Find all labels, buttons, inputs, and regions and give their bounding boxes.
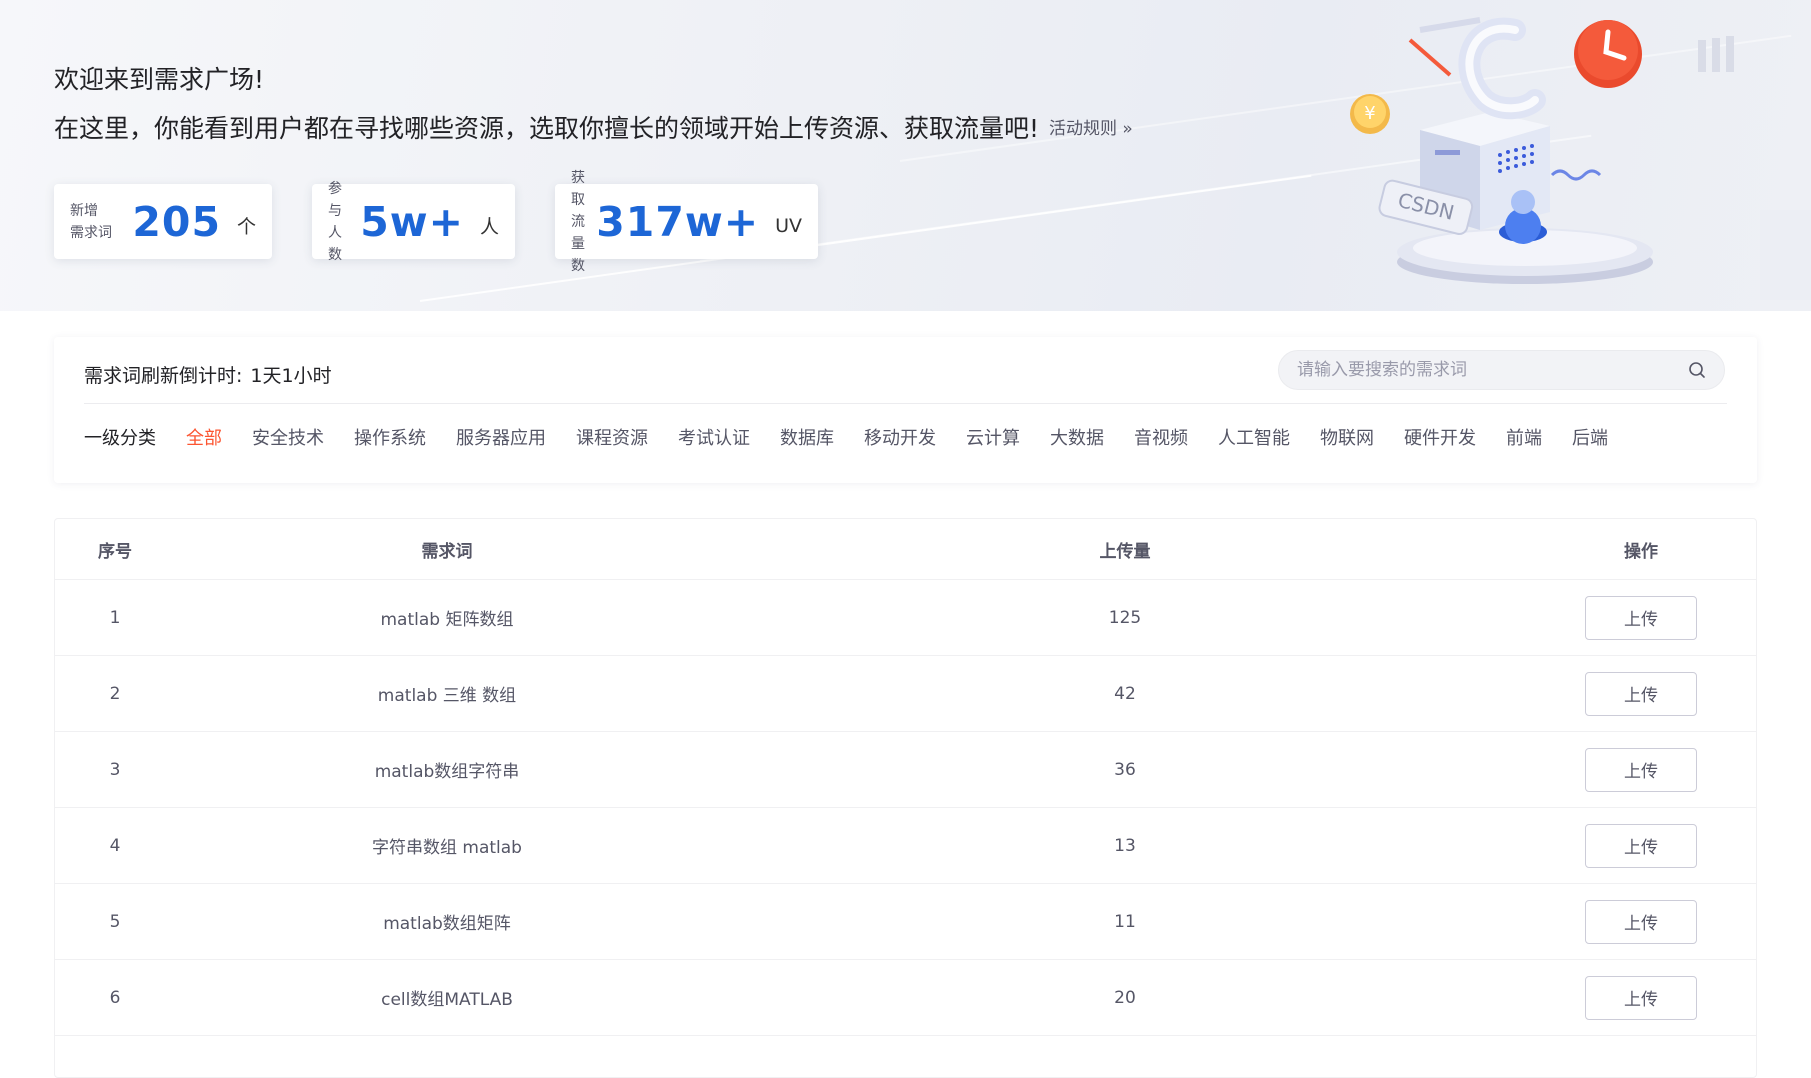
activity-rules-link[interactable]: 活动规则 »: [1049, 119, 1133, 139]
stat-label-line1: 新增: [70, 202, 98, 219]
category-os[interactable]: 操作系统: [354, 425, 426, 453]
row-uploads: 11: [1114, 911, 1136, 932]
row-index: 1: [109, 607, 121, 628]
category-security[interactable]: 安全技术: [252, 425, 324, 453]
table-row: 6 cell数组MATLAB 20 上传: [55, 960, 1756, 1036]
stat-unit: 人: [479, 216, 499, 238]
upload-button[interactable]: 上传: [1585, 975, 1697, 1020]
table-row: 5 matlab数组矩阵 11 上传: [55, 884, 1756, 960]
category-all[interactable]: 全部: [186, 425, 222, 453]
banner-illustration: CSDN ¥: [1350, 17, 1811, 300]
search-box: [1278, 350, 1725, 390]
stat-label-line2: 需求词: [70, 224, 112, 241]
category-certification[interactable]: 考试认证: [678, 425, 750, 453]
stat-unit: UV: [775, 214, 802, 237]
row-index: 2: [109, 683, 121, 704]
stat-unit: 个: [236, 216, 256, 238]
row-index: 6: [109, 987, 121, 1008]
category-ai[interactable]: 人工智能: [1218, 425, 1290, 453]
welcome-subtitle: 在这里，你能看到用户都在寻找哪些资源，选取你擅长的领域开始上传资源、获取流量吧!…: [54, 113, 1133, 145]
search-input[interactable]: [1297, 360, 1688, 380]
stat-card-new-keywords: 新增 需求词 205 个: [54, 184, 272, 259]
table-header: 序号 需求词 上传量 操作: [55, 519, 1756, 580]
row-keyword: matlab数组字符串: [374, 762, 520, 782]
stat-label: 参与 人数: [328, 178, 350, 266]
category-server[interactable]: 服务器应用: [456, 425, 546, 453]
category-iot[interactable]: 物联网: [1320, 425, 1374, 453]
row-uploads: 36: [1114, 759, 1136, 780]
table-row: 1 matlab 矩阵数组 125 上传: [55, 580, 1756, 656]
category-heading: 一级分类: [84, 428, 156, 449]
panel-divider: [84, 403, 1727, 404]
row-index: 3: [109, 759, 121, 780]
stat-label: 获取 流量数: [571, 167, 586, 277]
category-backend[interactable]: 后端: [1572, 425, 1608, 453]
stat-label-line1: 获取: [571, 169, 585, 208]
search-icon[interactable]: [1688, 361, 1706, 379]
header-action: 操作: [1624, 541, 1658, 562]
stat-label-line2: 人数: [328, 224, 342, 263]
filter-panel: 需求词刷新倒计时: 1天1小时 一级分类 全部 安全技术 操作系统 服务器应用 课…: [54, 337, 1757, 483]
category-mobile[interactable]: 移动开发: [864, 425, 936, 453]
row-keyword: matlab 三维 数组: [377, 686, 517, 706]
stat-value: 5w+: [360, 197, 464, 246]
category-media[interactable]: 音视频: [1134, 425, 1188, 453]
upload-button[interactable]: 上传: [1585, 899, 1697, 944]
stat-label: 新增 需求词: [70, 200, 116, 244]
yen-coin-icon: ¥: [1364, 103, 1375, 124]
header-uploads: 上传量: [1099, 541, 1151, 562]
row-keyword: matlab 矩阵数组: [380, 610, 514, 630]
row-keyword: 字符串数组 matlab: [372, 838, 522, 858]
stat-card-traffic: 获取 流量数 317w+ UV: [555, 170, 818, 274]
table-row: 2 matlab 三维 数组 42 上传: [55, 656, 1756, 732]
refresh-countdown: 需求词刷新倒计时: 1天1小时: [84, 359, 332, 393]
row-uploads: 20: [1114, 987, 1136, 1008]
header-keyword: 需求词: [421, 541, 473, 562]
countdown-label: 需求词刷新倒计时:: [84, 365, 243, 387]
category-big-data[interactable]: 大数据: [1050, 425, 1104, 453]
category-hardware[interactable]: 硬件开发: [1404, 425, 1476, 453]
table-row: 3 matlab数组字符串 36 上传: [55, 732, 1756, 808]
table-row: 4 字符串数组 matlab 13 上传: [55, 808, 1756, 884]
row-uploads: 42: [1114, 683, 1136, 704]
category-database[interactable]: 数据库: [780, 425, 834, 453]
upload-button[interactable]: 上传: [1585, 671, 1697, 716]
category-cloud[interactable]: 云计算: [966, 425, 1020, 453]
row-index: 4: [109, 835, 121, 856]
stat-label-line1: 参与: [328, 180, 342, 219]
stat-card-participants: 参与 人数 5w+ 人: [312, 181, 515, 263]
upload-button[interactable]: 上传: [1585, 595, 1697, 640]
hero-banner: 欢迎来到需求广场! 在这里，你能看到用户都在寻找哪些资源，选取你擅长的领域开始上…: [0, 0, 1811, 311]
row-uploads: 13: [1114, 835, 1136, 856]
row-keyword: matlab数组矩阵: [383, 914, 511, 934]
stat-label-line2: 流量数: [571, 213, 585, 274]
category-courses[interactable]: 课程资源: [576, 425, 648, 453]
row-index: 5: [109, 911, 121, 932]
row-uploads: 125: [1108, 607, 1142, 628]
subtitle-text: 在这里，你能看到用户都在寻找哪些资源，选取你擅长的领域开始上传资源、获取流量吧!: [54, 114, 1040, 143]
category-bar: 一级分类 全部 安全技术 操作系统 服务器应用 课程资源 考试认证 数据库 移动…: [84, 425, 1638, 453]
category-frontend[interactable]: 前端: [1506, 425, 1542, 453]
header-index: 序号: [98, 541, 132, 562]
welcome-heading: 欢迎来到需求广场!: [54, 65, 265, 94]
stat-value: 205: [132, 197, 221, 246]
stat-value: 317w+: [596, 197, 760, 246]
keyword-table: 序号 需求词 上传量 操作 1 matlab 矩阵数组 125 上传 2 mat…: [54, 518, 1757, 1078]
upload-button[interactable]: 上传: [1585, 747, 1697, 792]
upload-button[interactable]: 上传: [1585, 823, 1697, 868]
row-keyword: cell数组MATLAB: [381, 990, 513, 1010]
countdown-value: 1天1小时: [250, 365, 332, 387]
